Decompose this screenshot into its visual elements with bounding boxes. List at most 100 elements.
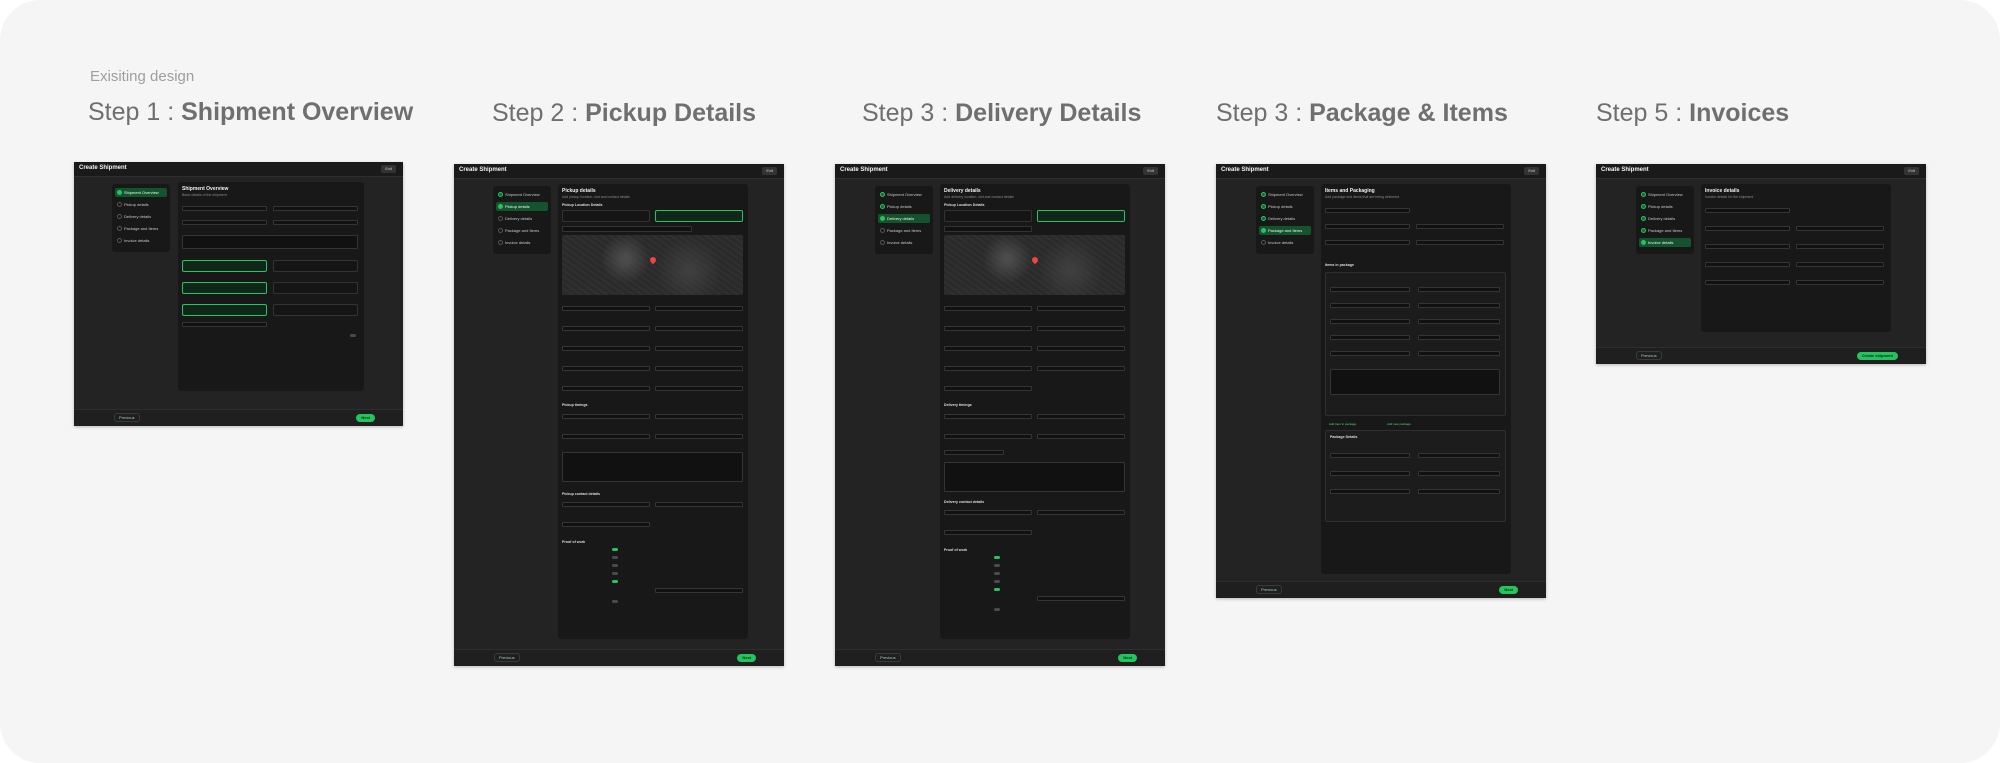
state-field[interactable] [1037,366,1125,371]
checklist-toggle[interactable] [994,608,1000,611]
area-field[interactable] [562,386,650,391]
shipment-type-option-2[interactable] [273,260,358,272]
address-line-1-field[interactable] [562,346,650,351]
postal-code-field[interactable] [655,326,743,331]
pickup-after-time-field[interactable] [655,414,743,419]
package-height-field[interactable] [1330,489,1410,494]
shipment-type-option-1[interactable] [182,260,267,272]
location-type-field[interactable] [1037,306,1125,311]
delivery-map[interactable] [944,235,1125,295]
pickup-before-date-field[interactable] [562,434,650,439]
invoice-quantity-field[interactable] [1796,280,1884,285]
otp-toggle[interactable] [612,548,618,551]
stepper-item-package[interactable]: Package and Items [878,226,930,235]
mrp-field[interactable] [1418,335,1500,340]
stepper-item-invoice[interactable]: Invoice details [1259,238,1311,247]
length-field[interactable] [1325,224,1410,229]
pickup-from-hub-option[interactable] [562,210,650,222]
previous-button[interactable]: Previous [494,653,520,662]
pickup-before-time-field[interactable] [655,434,743,439]
previous-button[interactable]: Previous [114,413,140,422]
stepper-item-invoice[interactable]: Invoice details [115,236,167,245]
contact-number-field[interactable] [655,502,743,507]
invoice-mrp-field[interactable] [1705,280,1790,285]
deliver-before-time-field[interactable] [1037,434,1125,439]
add-item-link[interactable]: Add Item in package [1329,422,1356,426]
contact-email-field[interactable] [562,522,650,527]
location-type-field[interactable] [655,306,743,311]
stepper-item-delivery[interactable]: Delivery details [115,212,167,221]
stepper-item-package[interactable]: Package and Items [496,226,548,235]
shipment-id-field[interactable] [182,206,267,211]
item-category-field[interactable] [1418,303,1500,308]
custom-location-option[interactable] [1037,210,1125,222]
form-template-field[interactable] [1037,596,1125,601]
driver-notes-toggle[interactable] [994,580,1000,583]
stepper-item-delivery[interactable]: Delivery details [1639,214,1691,223]
volumetric-weight-field[interactable] [1416,240,1504,245]
next-button[interactable]: Next [356,414,375,422]
po-number-field[interactable] [182,220,267,225]
stepper-item-overview[interactable]: Shipment Overview [1259,190,1311,199]
image-upload-toggle[interactable] [994,564,1000,567]
postal-code-field[interactable] [1037,326,1125,331]
invoice-gst-field[interactable] [1705,262,1790,267]
deliver-at-hub-option[interactable] [944,210,1032,222]
stepper-item-package[interactable]: Package and Items [115,224,167,233]
contact-email-field[interactable] [944,530,1032,535]
payment-option-2[interactable] [273,304,358,316]
address-line-2-field[interactable] [1037,346,1125,351]
location-name-field[interactable] [562,306,650,311]
previous-button[interactable]: Previous [875,653,901,662]
landmark-field[interactable] [655,386,743,391]
previous-button[interactable]: Previous [1256,585,1282,594]
item-description-field[interactable] [1330,369,1500,395]
location-name-field[interactable] [944,306,1032,311]
stepper-item-delivery[interactable]: Delivery details [1259,214,1311,223]
country-field[interactable] [944,326,1032,331]
form-submission-toggle[interactable] [994,588,1000,591]
declared-value-field[interactable] [1418,453,1500,458]
pickup-after-date-field[interactable] [562,414,650,419]
return-toggle[interactable] [350,334,356,337]
deliver-after-date-field[interactable] [944,414,1032,419]
order-type-field[interactable] [273,220,358,225]
signature-toggle[interactable] [994,572,1000,575]
exit-button[interactable]: Exit [1143,167,1158,175]
stepper-item-package[interactable]: Package and Items [1259,226,1311,235]
next-button[interactable]: Next [1499,586,1518,594]
deliver-before-date-field[interactable] [944,434,1032,439]
address-line-2-field[interactable] [655,346,743,351]
image-upload-toggle[interactable] [612,556,618,559]
country-field[interactable] [562,326,650,331]
contact-number-field[interactable] [1037,510,1125,515]
stepper-item-delivery[interactable]: Delivery details [496,214,548,223]
previous-button[interactable]: Previous [1636,351,1662,360]
invoice-discount-field[interactable] [1796,262,1884,267]
city-field[interactable] [944,366,1032,371]
item-sku-field[interactable] [1330,319,1410,324]
priority-option-1[interactable] [182,282,267,294]
stepper-item-pickup[interactable]: Pickup details [878,202,930,211]
stepper-item-pickup[interactable]: Pickup details [1639,202,1691,211]
exit-button[interactable]: Exit [381,165,396,173]
otp-toggle[interactable] [994,556,1000,559]
exit-button[interactable]: Exit [1524,167,1539,175]
item-code-field[interactable] [1418,319,1500,324]
form-submission-toggle[interactable] [612,580,618,583]
form-template-field[interactable] [655,588,743,593]
item-weight-field[interactable] [1330,351,1410,356]
stepper-item-delivery[interactable]: Delivery details [878,214,930,223]
stepper-item-pickup[interactable]: Pickup details [1259,202,1311,211]
contact-name-field[interactable] [944,510,1032,515]
stepper-item-invoice[interactable]: Invoice details [1639,238,1691,247]
item-price-field[interactable] [1330,335,1410,340]
city-field[interactable] [562,366,650,371]
deliver-after-time-field[interactable] [1037,414,1125,419]
add-package-link[interactable]: Add new package [1387,422,1411,426]
delivery-instructions-field[interactable] [944,462,1125,492]
brand-field[interactable] [1330,303,1410,308]
stepper-item-overview[interactable]: Shipment Overview [1639,190,1691,199]
stepper-item-overview[interactable]: Shipment Overview [496,190,548,199]
installation-time-field[interactable] [944,450,1004,455]
